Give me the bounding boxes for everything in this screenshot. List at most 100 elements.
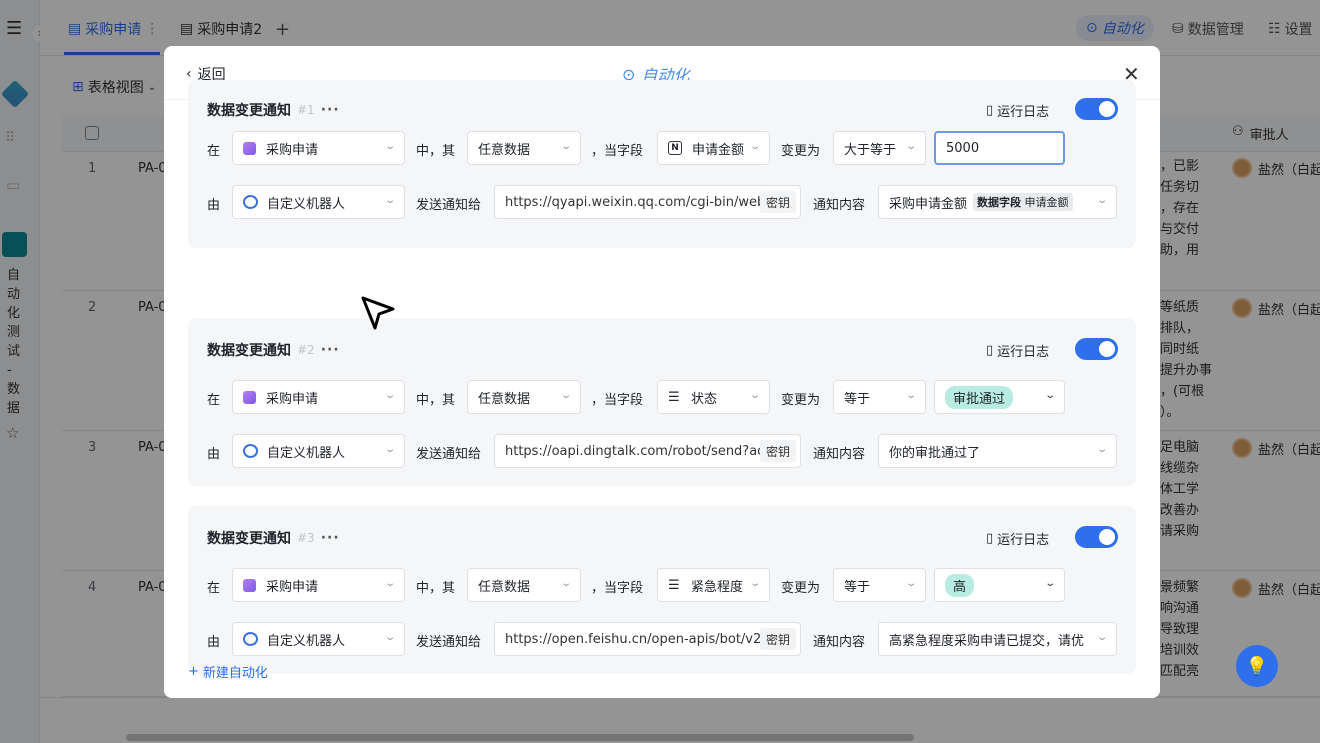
webhook-url-input[interactable]: https://qyapi.weixin.qq.com/cgi-bin/web 密… (494, 185, 801, 219)
content-select[interactable]: 采购申请金额 数据字段 申请金额 ⌄ (878, 185, 1117, 219)
run-log-button[interactable]: ▯ 运行日志 (986, 341, 1049, 360)
sender-select[interactable]: 自定义机器人 ⌄ (232, 622, 405, 656)
log-icon: ▯ (986, 343, 994, 358)
more-icon[interactable]: ··· (321, 102, 340, 118)
changed-label: 变更为 (781, 393, 821, 408)
number-field-icon: N (668, 141, 682, 155)
changed-label: 变更为 (781, 581, 821, 596)
new-automation-button[interactable]: + 新建自动化 (188, 662, 268, 681)
chevron-down-icon: ⌄ (383, 578, 396, 589)
value-input[interactable]: 5000 (934, 131, 1065, 165)
more-icon[interactable]: ··· (321, 342, 340, 358)
help-button[interactable]: 💡 (1236, 645, 1278, 687)
run-log-button[interactable]: ▯ 运行日志 (986, 529, 1049, 548)
chevron-down-icon: ⌄ (383, 195, 396, 206)
chevron-down-icon: ⌄ (1095, 444, 1108, 455)
robot-icon (243, 444, 258, 458)
plus-icon: + (188, 664, 199, 679)
chevron-down-icon: ⌄ (1095, 195, 1108, 206)
of-label: 中，其 (416, 144, 456, 159)
chevron-left-icon: ‹ (186, 66, 192, 82)
enable-toggle[interactable] (1075, 338, 1118, 360)
by-label: 由 (207, 447, 221, 462)
status-option: 审批通过 (945, 385, 1014, 409)
by-label: 由 (207, 198, 221, 213)
chevron-down-icon: ⌄ (559, 578, 572, 589)
table-select[interactable]: 采购申请 ⌄ (232, 568, 405, 602)
content-label: 通知内容 (813, 447, 866, 462)
list-icon: ☰ (668, 577, 680, 593)
send-to-label: 发送通知给 (416, 198, 482, 213)
card-title: 数据变更通知 #1 ··· (207, 102, 340, 119)
chevron-down-icon: ⌄ (383, 141, 396, 152)
value-select[interactable]: 审批通过 ⌄ (934, 380, 1065, 414)
chevron-down-icon: ⌄ (904, 578, 917, 589)
log-icon: ▯ (986, 531, 994, 546)
chevron-down-icon: ⌄ (904, 141, 917, 152)
chevron-down-icon: ⌄ (904, 390, 917, 401)
sender-select[interactable]: 自定义机器人 ⌄ (232, 434, 405, 468)
operator-select[interactable]: 等于 ⌄ (833, 380, 926, 414)
chevron-down-icon: ⌄ (748, 578, 761, 589)
chevron-down-icon: ⌄ (559, 141, 572, 152)
chevron-down-icon: ⌄ (748, 390, 761, 401)
chevron-down-icon: ⌄ (559, 390, 572, 401)
automation-card-1: 数据变更通知 #1 ··· ▯ 运行日志 在 采购申请 ⌄ 中，其 任意数据 ⌄ ，当字段… (188, 80, 1136, 248)
secret-button[interactable]: 密钥 (759, 440, 796, 462)
chevron-down-icon: ⌄ (383, 444, 396, 455)
table-select[interactable]: 采购申请 ⌄ (232, 131, 405, 165)
log-icon: ▯ (986, 103, 994, 118)
run-log-button[interactable]: ▯ 运行日志 (986, 101, 1049, 120)
chevron-down-icon: ⌄ (1043, 390, 1056, 401)
automation-card-3: 数据变更通知 #3 ··· ▯ 运行日志 在 采购申请 ⌄ 中，其 任意数据 ⌄ ，当字段… (188, 506, 1136, 674)
value-select[interactable]: 高 ⌄ (934, 568, 1065, 602)
app-icon (243, 390, 256, 404)
when-label: ，当字段 (591, 393, 644, 408)
content-select[interactable]: 高紧急程度采购申请已提交，请优 ⌄ (878, 622, 1117, 656)
robot-icon (243, 195, 258, 209)
scope-select[interactable]: 任意数据 ⌄ (467, 131, 581, 165)
in-label: 在 (207, 393, 221, 408)
enable-toggle[interactable] (1075, 98, 1118, 120)
send-to-label: 发送通知给 (416, 447, 482, 462)
enable-toggle[interactable] (1075, 526, 1118, 548)
urgency-option: 高 (945, 573, 975, 597)
list-icon: ☰ (668, 389, 680, 405)
of-label: 中，其 (416, 393, 456, 408)
scope-select[interactable]: 任意数据 ⌄ (467, 380, 581, 414)
chevron-down-icon: ⌄ (383, 390, 396, 401)
sender-select[interactable]: 自定义机器人 ⌄ (232, 185, 405, 219)
field-select[interactable]: ☰ 状态 ⌄ (657, 380, 770, 414)
operator-select[interactable]: 大于等于 ⌄ (833, 131, 926, 165)
robot-icon (243, 632, 258, 646)
chevron-down-icon: ⌄ (383, 632, 396, 643)
modal-body: 数据变更通知 #1 ··· ▯ 运行日志 在 采购申请 ⌄ 中，其 任意数据 ⌄ ，当字段… (164, 80, 1160, 698)
send-to-label: 发送通知给 (416, 635, 482, 650)
content-label: 通知内容 (813, 635, 866, 650)
when-label: ，当字段 (591, 144, 644, 159)
by-label: 由 (207, 635, 221, 650)
secret-button[interactable]: 密钥 (759, 191, 796, 213)
in-label: 在 (207, 144, 221, 159)
operator-select[interactable]: 等于 ⌄ (833, 568, 926, 602)
automation-card-2: 数据变更通知 #2 ··· ▯ 运行日志 在 采购申请 ⌄ 中，其 任意数据 ⌄ ，当字段… (188, 318, 1136, 486)
app-icon (243, 141, 256, 155)
when-label: ，当字段 (591, 581, 644, 596)
field-select[interactable]: ☰ 紧急程度 ⌄ (657, 568, 770, 602)
app-icon (243, 578, 256, 592)
card-title: 数据变更通知 #3 ··· (207, 530, 340, 547)
automation-modal: ‹ 返回 ⊙ 自动化 ✕ 数据变更通知 #1 ··· ▯ 运行日志 在 采购申请 ⌄ 中，其… (164, 46, 1160, 698)
scope-select[interactable]: 任意数据 ⌄ (467, 568, 581, 602)
secret-button[interactable]: 密钥 (759, 628, 796, 650)
lightbulb-icon: 💡 (1245, 655, 1269, 677)
chevron-down-icon: ⌄ (1043, 578, 1056, 589)
webhook-url-input[interactable]: https://oapi.dingtalk.com/robot/send?ac 密… (494, 434, 801, 468)
content-select[interactable]: 你的审批通过了 ⌄ (878, 434, 1117, 468)
in-label: 在 (207, 581, 221, 596)
webhook-url-input[interactable]: https://open.feishu.cn/open-apis/bot/v2/… (494, 622, 801, 656)
field-select[interactable]: N 申请金额 ⌄ (657, 131, 770, 165)
chevron-down-icon: ⌄ (1095, 632, 1108, 643)
more-icon[interactable]: ··· (321, 530, 340, 546)
table-select[interactable]: 采购申请 ⌄ (232, 380, 405, 414)
changed-label: 变更为 (781, 144, 821, 159)
